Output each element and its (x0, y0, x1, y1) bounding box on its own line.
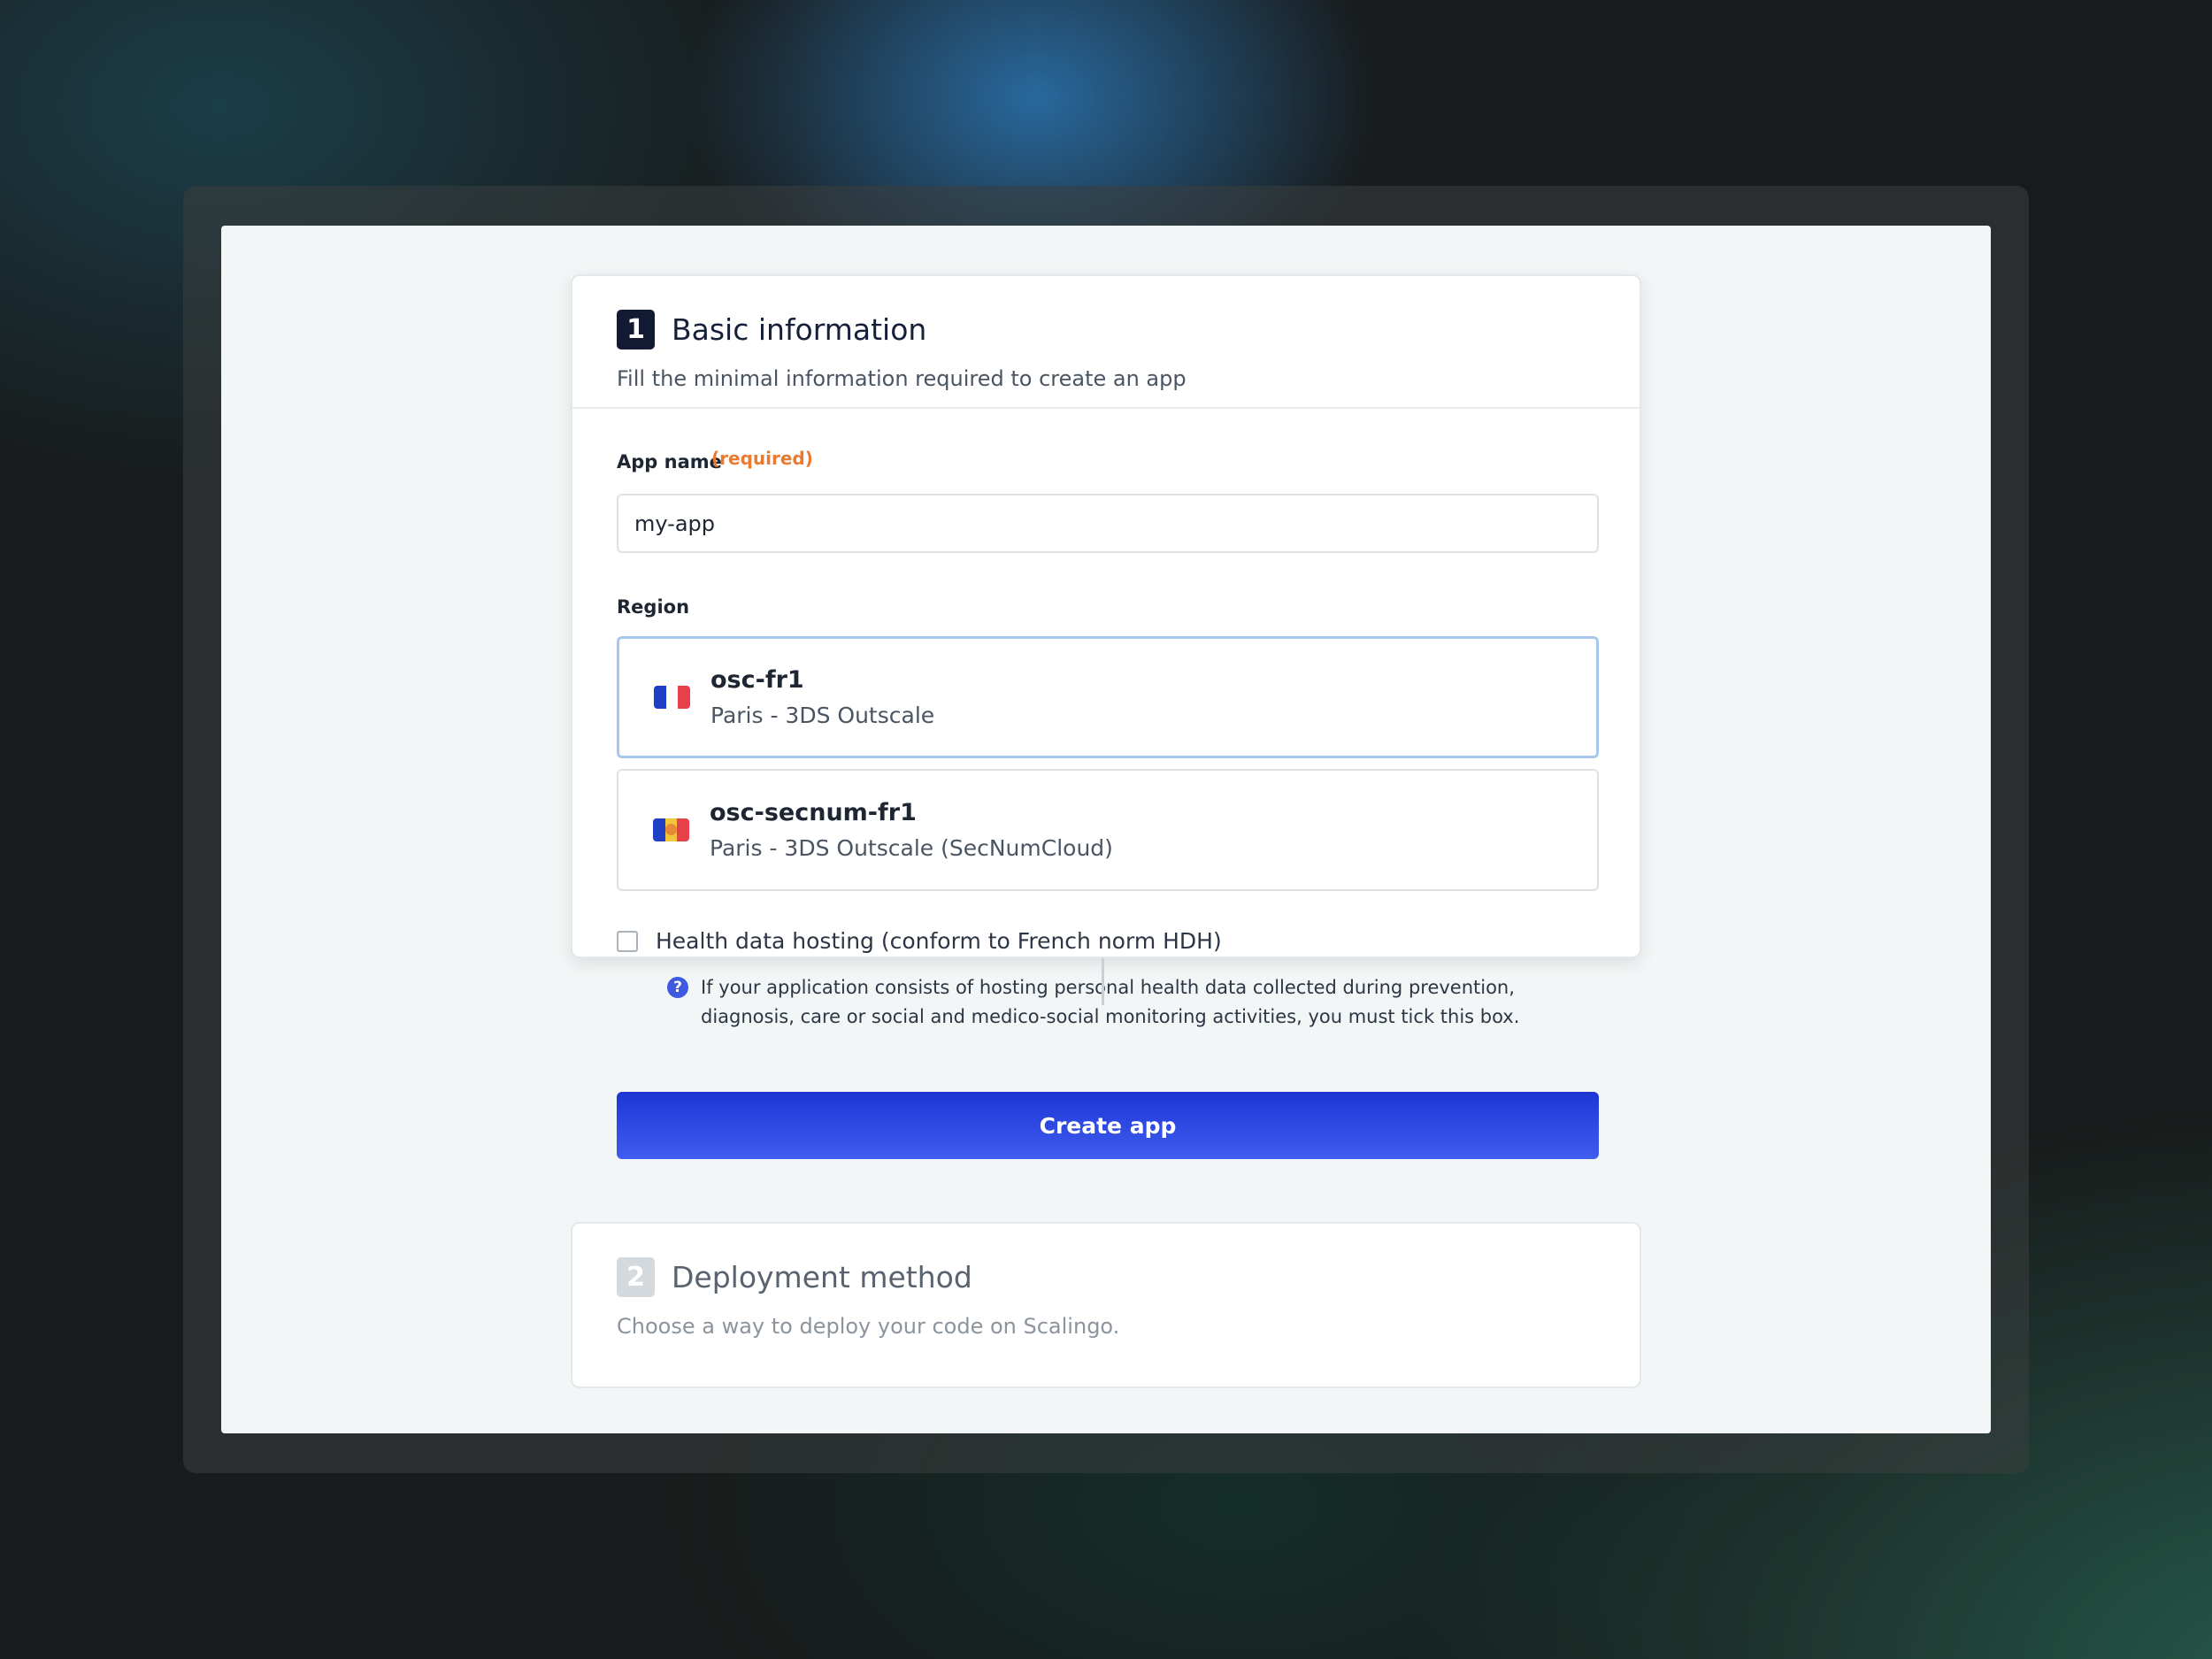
secnumcloud-flag-icon (653, 818, 689, 841)
app-name-input[interactable] (617, 494, 1599, 553)
region-description: Paris - 3DS Outscale (SecNumCloud) (710, 835, 1113, 861)
region-option-osc-secnum-fr1[interactable]: osc-secnum-fr1 Paris - 3DS Outscale (Sec… (617, 769, 1599, 891)
app-name-label: App name (617, 451, 722, 472)
app-screen: 1 Basic information Fill the minimal inf… (221, 226, 1991, 1433)
step-1-header: 1 Basic information (617, 310, 926, 349)
step-2-title: Deployment method (672, 1260, 972, 1294)
step-2-number: 2 (617, 1257, 655, 1297)
hdh-checkbox-row[interactable]: Health data hosting (conform to French n… (617, 928, 1222, 954)
deployment-method-card: 2 Deployment method Choose a way to depl… (571, 1222, 1641, 1388)
hdh-checkbox-label[interactable]: Health data hosting (conform to French n… (656, 928, 1222, 954)
hdh-checkbox[interactable] (617, 930, 638, 952)
required-tag: (required) (711, 448, 813, 469)
france-flag-icon (654, 686, 690, 709)
create-app-button[interactable]: Create app (617, 1092, 1599, 1159)
step-connector (1102, 958, 1104, 1005)
region-label: Region (617, 596, 690, 618)
step-1-number: 1 (617, 310, 655, 349)
card-divider (572, 407, 1640, 409)
step-1-subtitle: Fill the minimal information required to… (617, 366, 1187, 391)
step-2-header: 2 Deployment method (617, 1257, 972, 1297)
step-2-subtitle: Choose a way to deploy your code on Scal… (617, 1314, 1120, 1339)
region-description: Paris - 3DS Outscale (710, 703, 935, 728)
basic-information-card: 1 Basic information Fill the minimal inf… (571, 274, 1641, 1159)
region-code: osc-secnum-fr1 (710, 799, 917, 826)
question-icon: ? (667, 977, 688, 998)
step-1-title: Basic information (672, 312, 927, 347)
region-code: osc-fr1 (710, 666, 804, 694)
hdh-info: ? If your application consists of hostin… (667, 973, 1612, 1032)
hdh-info-text: If your application consists of hosting … (701, 977, 1520, 1027)
region-option-osc-fr1[interactable]: osc-fr1 Paris - 3DS Outscale (617, 636, 1599, 758)
